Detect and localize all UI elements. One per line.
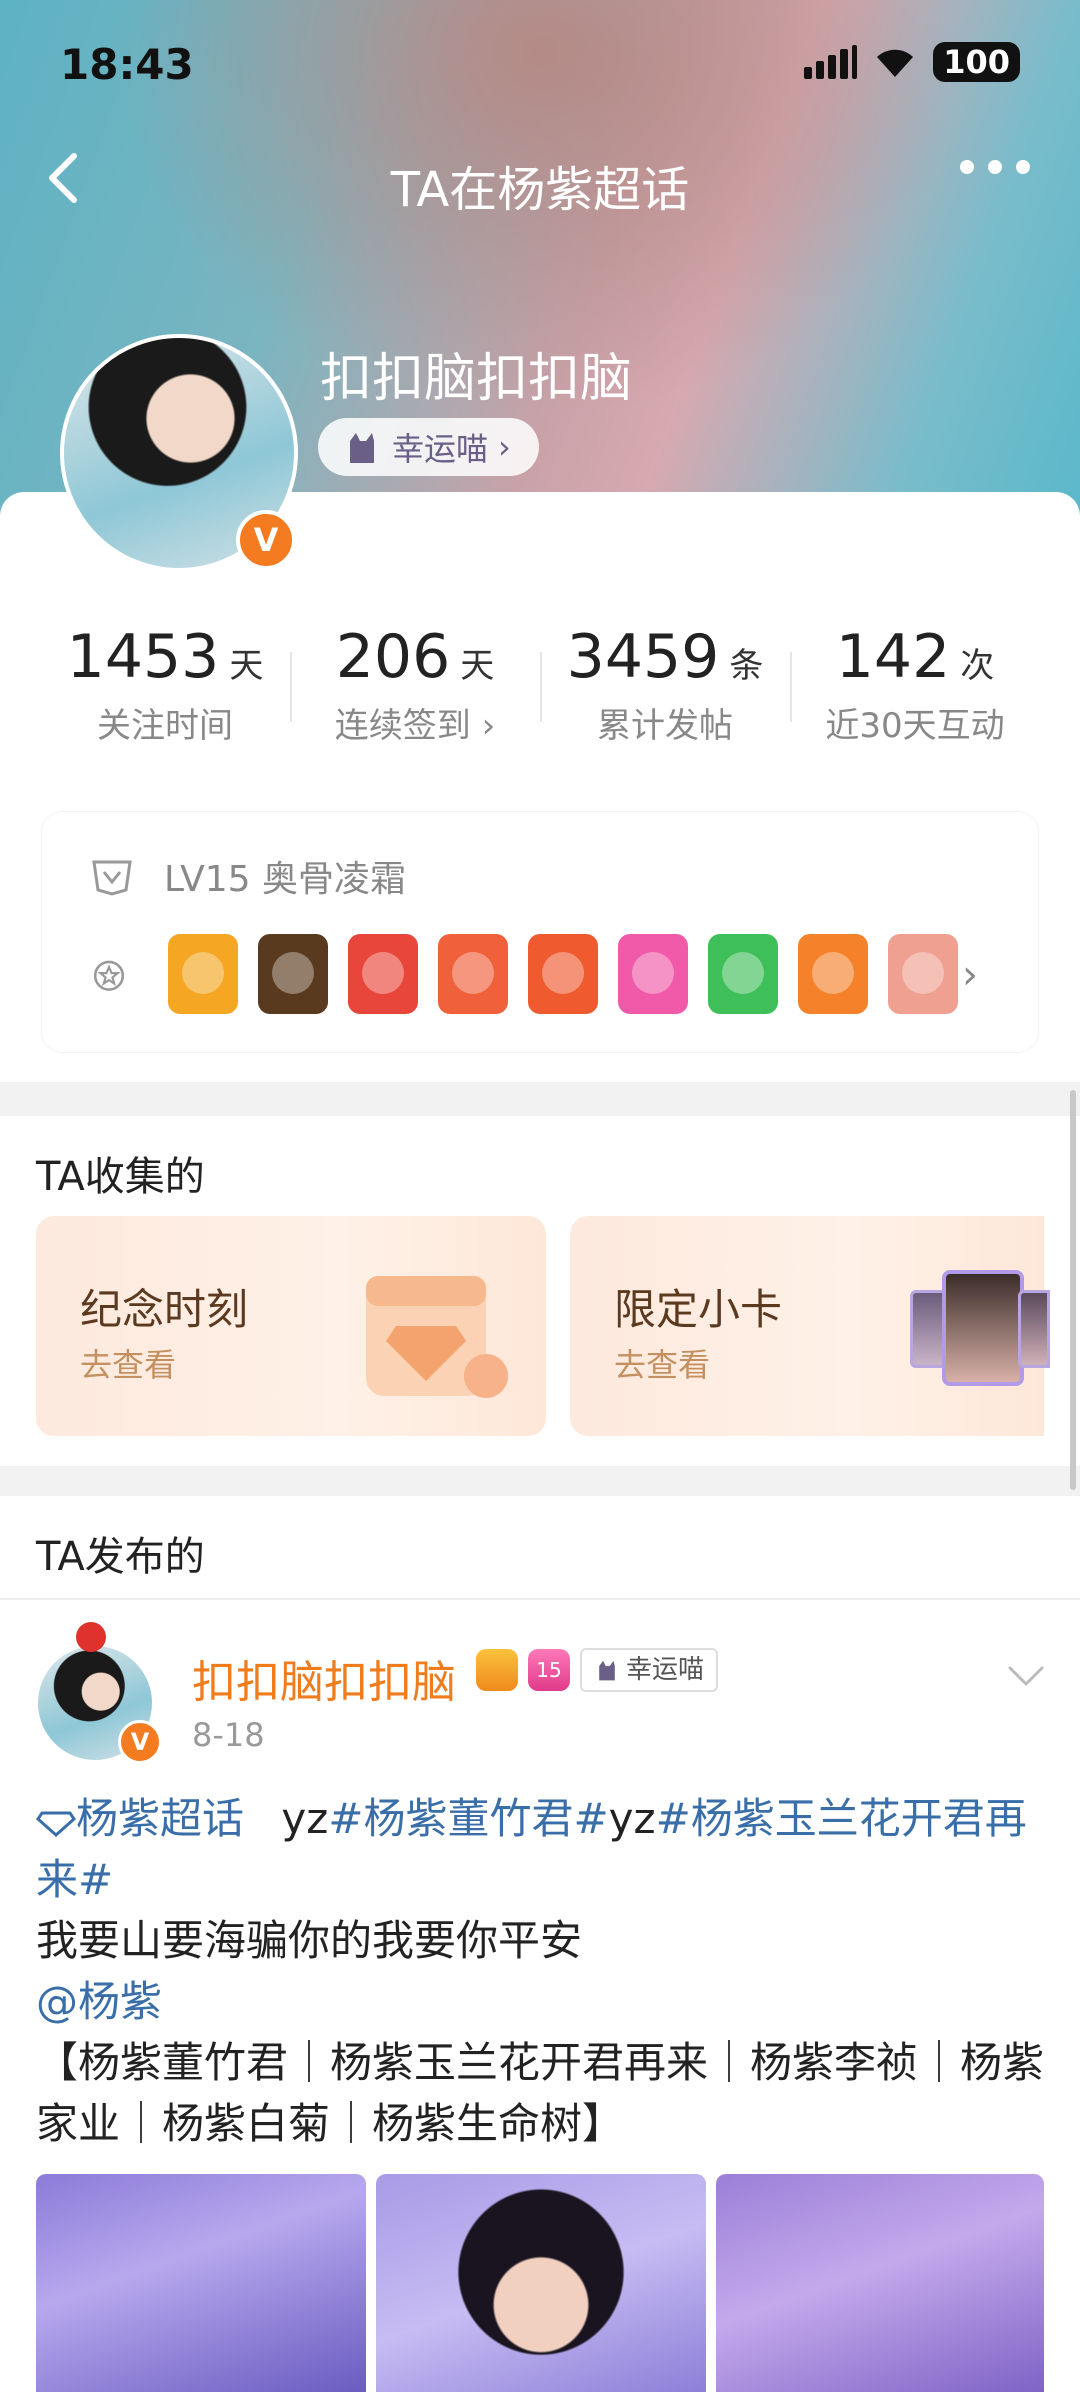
mention-link[interactable]: @杨紫 [36, 1977, 162, 2026]
chevron-right-icon: › [498, 428, 511, 466]
lucky-cat-tag[interactable]: 幸运喵 › [318, 418, 539, 476]
post-image[interactable] [376, 2174, 706, 2392]
level-gem-icon: 15 [528, 1649, 570, 1691]
collection-card-cards[interactable]: 限定小卡 去查看 [570, 1216, 1050, 1436]
badge-strip[interactable]: › [90, 924, 978, 1024]
status-bar: 18:43 100 [60, 36, 1020, 96]
collection-title: 限定小卡 [614, 1285, 783, 1334]
status-time: 18:43 [60, 40, 194, 89]
stat-value: 206 [335, 622, 451, 692]
section-title: TA收集的 [36, 1154, 205, 1200]
post-image[interactable] [716, 2174, 1044, 2392]
post-author-name[interactable]: 扣扣脑扣扣脑 [192, 1646, 456, 1710]
lucky-cat-tag: 幸运喵 [580, 1648, 719, 1692]
stat-total-posts: 3459 条 累计发帖 [540, 622, 790, 762]
post-text-line: 【杨紫董竹君｜杨紫玉兰花开君再来｜杨紫李祯｜杨紫家业｜杨紫白菊｜杨紫生命树】 [36, 2038, 1045, 2148]
orange-wing-badge [168, 934, 238, 1014]
post-text-plain: yz [608, 1794, 656, 1843]
medal-icon [93, 960, 125, 991]
level-label: LV15 奥骨凌霜 [164, 859, 406, 900]
topic-link[interactable]: 杨紫超话 [36, 1794, 244, 1843]
cat-icon [599, 1660, 615, 1681]
stat-value: 3459 [566, 622, 720, 692]
collection-subtitle: 去查看 [80, 1346, 177, 1384]
profile-username: 扣扣脑扣扣脑 [320, 349, 633, 409]
level-badge-panel[interactable]: LV15 奥骨凌霜 › [42, 812, 1038, 1052]
verified-badge: V [236, 510, 296, 570]
post-body: 杨紫超话 yz#杨紫董竹君#yz#杨紫玉兰花开君再来# 我要山要海骗你的我要你平… [36, 1788, 1046, 2154]
post-image[interactable] [36, 2174, 366, 2392]
stat-label: 关注时间 [97, 706, 233, 746]
stat-unit: 天 [229, 646, 264, 686]
stat-checkin-streak[interactable]: 206 天 连续签到 › [290, 622, 540, 762]
green-hand-badge [708, 934, 778, 1014]
stat-label: 累计发帖 [597, 706, 733, 746]
collection-card-moments[interactable]: 纪念时刻 去查看 [36, 1216, 546, 1436]
partial-badge [888, 934, 958, 1014]
page-title: TA在杨紫超话 [390, 162, 690, 218]
collection-title: 纪念时刻 [80, 1285, 249, 1334]
battery-icon: 100 [933, 42, 1020, 82]
photo-card-thumbnail [942, 1270, 1024, 1386]
stats-row: 1453 天 关注时间 206 天 连续签到 › 3459 条 累计发帖 142 次 近… [40, 622, 1040, 762]
topic-label: 杨紫超话 [76, 1794, 245, 1843]
tag-label: 幸运喵 [392, 430, 489, 468]
photo-card-thumbnail [1018, 1290, 1050, 1368]
level-row: LV15 奥骨凌霜 [90, 850, 406, 902]
post-date: 8-18 [192, 1716, 265, 1754]
stat-interactions: 142 次 近30天互动 [790, 622, 1040, 762]
chevron-right-icon[interactable]: › [962, 952, 978, 998]
stat-follow-days: 1453 天 关注时间 [40, 622, 290, 762]
stat-value: 1453 [66, 622, 220, 692]
post-text-plain: yz [281, 1794, 329, 1843]
post-text-line: 我要山要海骗你的我要你平安 [36, 1916, 583, 1965]
calendar-diamond-icon [366, 1276, 508, 1398]
signal-icon [804, 45, 858, 79]
stat-unit: 次 [960, 646, 995, 686]
cat-red-badge [348, 934, 418, 1014]
divider [0, 1598, 1080, 1600]
nav-bar: TA在杨紫超话 [0, 140, 1080, 220]
status-icons: 100 [804, 42, 1020, 82]
100-days-badge [798, 934, 868, 1014]
cat-orange-badge [438, 934, 508, 1014]
cat-crown-badge [528, 934, 598, 1014]
collection-subtitle: 去查看 [614, 1346, 711, 1384]
more-icon[interactable] [960, 160, 1030, 174]
post-author-badges: 15 幸运喵 [476, 1648, 719, 1692]
super-crown-badge [258, 934, 328, 1014]
stat-label: 连续签到 › [334, 706, 496, 746]
stat-unit: 天 [460, 646, 495, 686]
level-shield-icon [92, 860, 132, 896]
hashtag-link[interactable]: #杨紫董竹君# [328, 1794, 608, 1843]
level-number: 15 [536, 1658, 562, 1682]
chevron-down-icon[interactable] [1006, 1656, 1046, 1696]
stat-unit: 条 [729, 646, 764, 686]
tag-label: 幸运喵 [626, 1655, 705, 1685]
lv15-pink-badge [618, 934, 688, 1014]
stat-label: 近30天互动 [825, 706, 1005, 746]
topic-diamond-icon [36, 1811, 76, 1838]
profile-card: 1453 天 关注时间 206 天 连续签到 › 3459 条 累计发帖 142 次 近… [0, 492, 1080, 1082]
wifi-icon [877, 49, 914, 77]
stat-value: 142 [835, 622, 951, 692]
verified-badge: V [118, 1720, 162, 1764]
apple-decoration-icon [76, 1622, 106, 1652]
section-title: TA发布的 [36, 1534, 205, 1580]
cat-icon [350, 433, 374, 463]
scrollbar[interactable] [1070, 1090, 1076, 1490]
crown-badge-icon [476, 1649, 518, 1691]
